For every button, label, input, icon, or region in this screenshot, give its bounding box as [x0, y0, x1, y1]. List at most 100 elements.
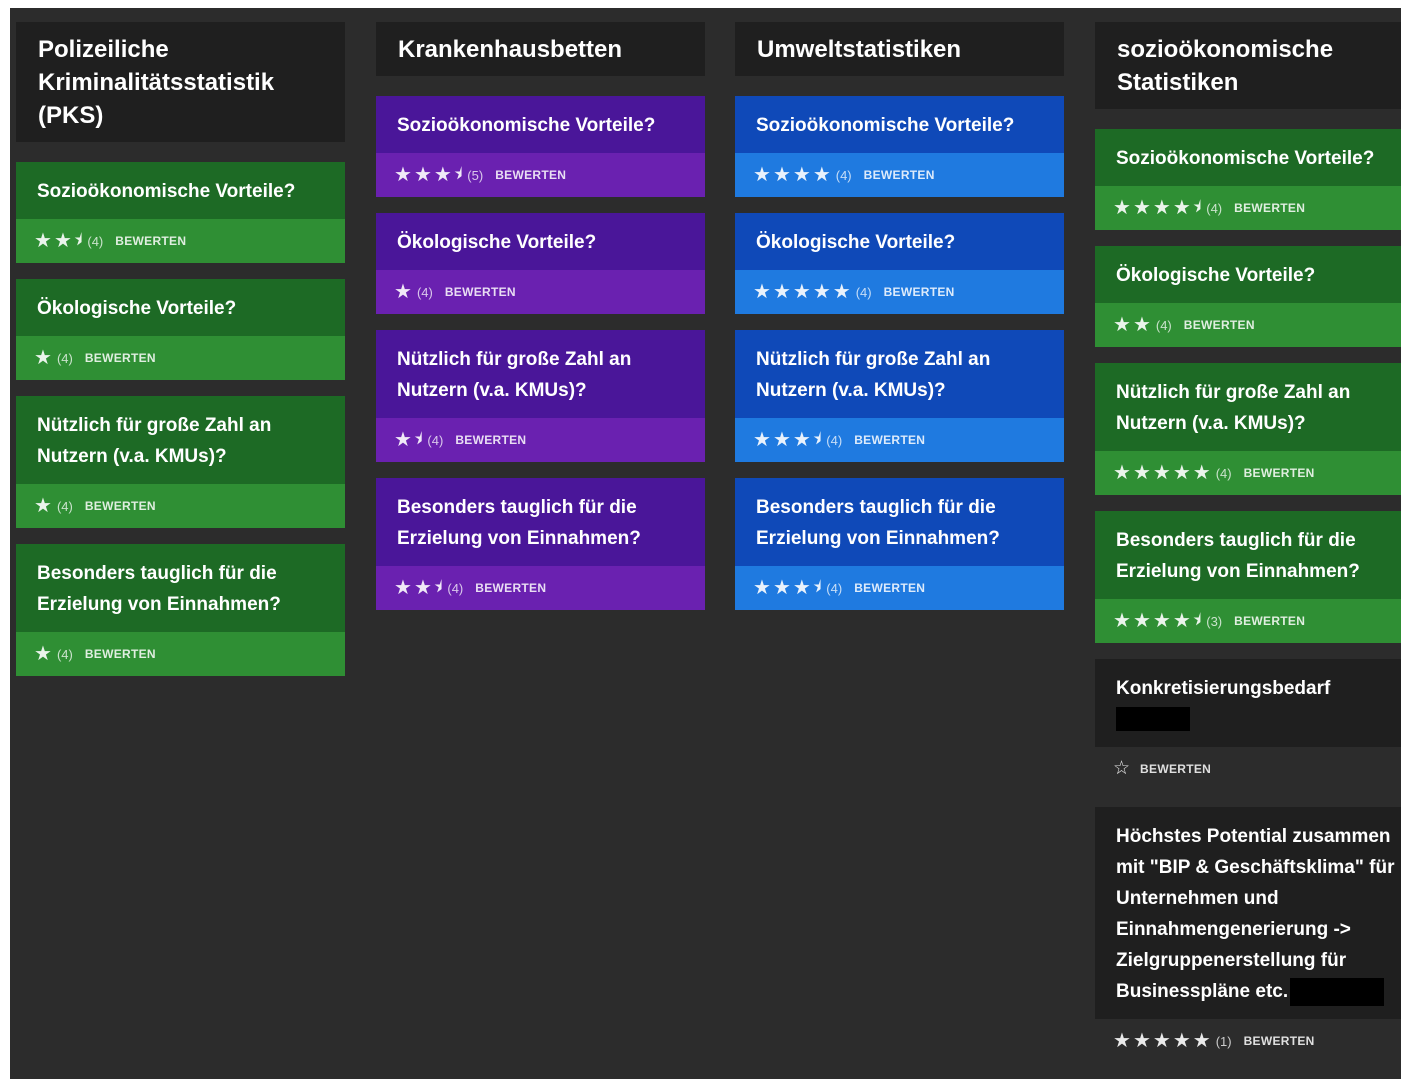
card-title: Sozioökonomische Vorteile?: [735, 96, 1064, 153]
card-rating-bar: ★ ⯨ (4) BEWERTEN: [376, 418, 705, 462]
rate-button[interactable]: BEWERTEN: [115, 234, 186, 248]
star-full-icon: ★: [1113, 314, 1131, 336]
star-rating[interactable]: ★ ⯨: [394, 430, 424, 450]
card-rating-bar: ★ ★ ★ ⯨ (4) BEWERTEN: [735, 566, 1064, 610]
star-rating[interactable]: ☆: [1113, 759, 1132, 779]
rating-card[interactable]: Besonders tauglich für die Erzielung von…: [1095, 511, 1401, 643]
rate-button[interactable]: BEWERTEN: [854, 433, 925, 447]
rate-button[interactable]: BEWERTEN: [1140, 762, 1211, 776]
rating-card[interactable]: Ökologische Vorteile? ★ ★ (4) BEWERTEN: [1095, 246, 1401, 347]
rating-card[interactable]: Höchstes Potential zusammen mit "BIP & G…: [1095, 807, 1401, 1063]
star-full-icon: ★: [1192, 1030, 1211, 1052]
rating-count: (4): [1155, 317, 1172, 333]
star-rating[interactable]: ★: [34, 644, 54, 664]
star-rating[interactable]: ★ ★ ★ ★: [753, 165, 833, 185]
rating-card[interactable]: Besonders tauglich für die Erzielung von…: [735, 478, 1064, 610]
rating-card[interactable]: Nützlich für große Zahl an Nutzern (v.a.…: [1095, 363, 1401, 495]
star-full-icon: ★: [1113, 197, 1131, 219]
rate-button[interactable]: BEWERTEN: [495, 168, 566, 182]
rate-button[interactable]: BEWERTEN: [85, 351, 156, 365]
column-pks: Polizeiliche Kriminalitätsstatistik (PKS…: [16, 22, 345, 692]
column-krankenhausbetten: Krankenhausbetten Sozioökonomische Vortei…: [376, 22, 705, 626]
rating-card[interactable]: Ökologische Vorteile? ★ (4) BEWERTEN: [376, 213, 705, 314]
card-title: Nützlich für große Zahl an Nutzern (v.a.…: [1095, 363, 1401, 451]
star-full-icon: ★: [413, 164, 432, 186]
card-rating-bar: ★ (4) BEWERTEN: [16, 632, 345, 676]
card-rating-bar: ★ (4) BEWERTEN: [16, 484, 345, 528]
star-full-icon: ★: [433, 164, 452, 186]
star-rating[interactable]: ★ ★ ★ ★ ★: [1113, 1031, 1213, 1051]
star-full-icon: ★: [1132, 610, 1151, 632]
rate-button[interactable]: BEWERTEN: [85, 647, 156, 661]
star-rating[interactable]: ★ ★ ★ ⯨: [753, 578, 823, 598]
card-title: Ökologische Vorteile?: [376, 213, 705, 270]
rating-card[interactable]: Besonders tauglich für die Erzielung von…: [16, 544, 345, 676]
rating-card[interactable]: Ökologische Vorteile? ★ ★ ★ ★ ★ (4) BEWERTEN: [735, 213, 1064, 314]
rating-card[interactable]: Sozioökonomische Vorteile? ★ ★ ★ ★ (4) BEWERTE…: [735, 96, 1064, 197]
star-full-icon: ★: [792, 281, 811, 303]
rate-button[interactable]: BEWERTEN: [854, 581, 925, 595]
card-rating-bar: ★ ★ ★ ★ ⯨ (4) BEWERTEN: [1095, 186, 1401, 230]
rate-button[interactable]: BEWERTEN: [475, 581, 546, 595]
star-rating[interactable]: ★ ★ ★ ⯨: [394, 165, 464, 185]
rating-card[interactable]: Nützlich für große Zahl an Nutzern (v.a.…: [16, 396, 345, 528]
rating-card[interactable]: Sozioökonomische Vorteile? ★ ★ ★ ★ ⯨ (4) BEWERT…: [1095, 129, 1401, 230]
rate-button[interactable]: BEWERTEN: [1234, 614, 1305, 628]
rating-card[interactable]: Besonders tauglich für die Erzielung von…: [376, 478, 705, 610]
rating-card[interactable]: Nützlich für große Zahl an Nutzern (v.a.…: [376, 330, 705, 462]
star-half-icon: ⯨: [73, 232, 83, 249]
rating-count: (4): [826, 432, 843, 448]
rating-count: (4): [416, 284, 433, 300]
rating-count: (1): [1215, 1033, 1232, 1049]
rate-button[interactable]: BEWERTEN: [455, 433, 526, 447]
star-rating[interactable]: ★ ★ ★ ⯨: [753, 430, 823, 450]
star-full-icon: ★: [394, 577, 412, 599]
star-rating[interactable]: ★ ★ ★ ★ ⯨: [1113, 198, 1203, 218]
rating-count: (4): [87, 233, 104, 249]
rate-button[interactable]: BEWERTEN: [884, 285, 955, 299]
rate-button[interactable]: BEWERTEN: [445, 285, 516, 299]
star-rating[interactable]: ★ ★ ⯨: [394, 578, 444, 598]
rating-count: (5): [467, 167, 484, 183]
star-half-icon: ⯨: [1192, 612, 1202, 629]
star-half-icon: ⯨: [1192, 199, 1202, 216]
star-rating[interactable]: ★ ★ ★ ★ ★: [753, 282, 853, 302]
card-rating-bar: ★ ★ ★ ⯨ (5) BEWERTEN: [376, 153, 705, 197]
star-full-icon: ★: [753, 164, 771, 186]
star-rating[interactable]: ★: [394, 282, 414, 302]
star-rating[interactable]: ★: [34, 348, 54, 368]
star-half-icon: ⯨: [812, 431, 822, 448]
card-rating-bar: ★ ★ ⯨ (4) BEWERTEN: [16, 219, 345, 263]
rating-card[interactable]: Ökologische Vorteile? ★ (4) BEWERTEN: [16, 279, 345, 380]
rate-button[interactable]: BEWERTEN: [1184, 318, 1255, 332]
star-rating[interactable]: ★ ★ ★ ★ ⯨: [1113, 611, 1203, 631]
star-full-icon: ★: [772, 281, 791, 303]
star-empty-icon: ☆: [1113, 758, 1131, 779]
star-rating[interactable]: ★ ★ ⯨: [34, 231, 84, 251]
rating-card[interactable]: Sozioökonomische Vorteile? ★ ★ ★ ⯨ (5) BEWERTE…: [376, 96, 705, 197]
rate-button[interactable]: BEWERTEN: [85, 499, 156, 513]
star-full-icon: ★: [34, 495, 52, 517]
rate-button[interactable]: BEWERTEN: [864, 168, 935, 182]
rate-button[interactable]: BEWERTEN: [1234, 201, 1305, 215]
column-title: Krankenhausbetten: [376, 22, 705, 76]
star-full-icon: ★: [53, 230, 72, 252]
rating-card[interactable]: Sozioökonomische Vorteile? ★ ★ ⯨ (4) BEWERTEN: [16, 162, 345, 263]
rating-card[interactable]: Konkretisierungsbedarf ☆ BEWERTEN: [1095, 659, 1401, 791]
card-title: Besonders tauglich für die Erzielung von…: [376, 478, 705, 566]
star-rating[interactable]: ★ ★ ★ ★ ★: [1113, 463, 1213, 483]
card-title: Ökologische Vorteile?: [16, 279, 345, 336]
column-title: Umweltstatistiken: [735, 22, 1064, 76]
rating-card[interactable]: Nützlich für große Zahl an Nutzern (v.a.…: [735, 330, 1064, 462]
card-rating-bar: ★ ★ (4) BEWERTEN: [1095, 303, 1401, 347]
card-title-text: Höchstes Potential zusammen mit "BIP & G…: [1116, 826, 1395, 1002]
star-full-icon: ★: [413, 577, 432, 599]
rate-button[interactable]: BEWERTEN: [1244, 1034, 1315, 1048]
rate-button[interactable]: BEWERTEN: [1244, 466, 1315, 480]
star-rating[interactable]: ★ ★: [1113, 315, 1153, 335]
star-full-icon: ★: [1113, 462, 1131, 484]
card-rating-bar: ★ ★ ⯨ (4) BEWERTEN: [376, 566, 705, 610]
star-full-icon: ★: [1152, 462, 1171, 484]
star-full-icon: ★: [1152, 610, 1171, 632]
star-rating[interactable]: ★: [34, 496, 54, 516]
